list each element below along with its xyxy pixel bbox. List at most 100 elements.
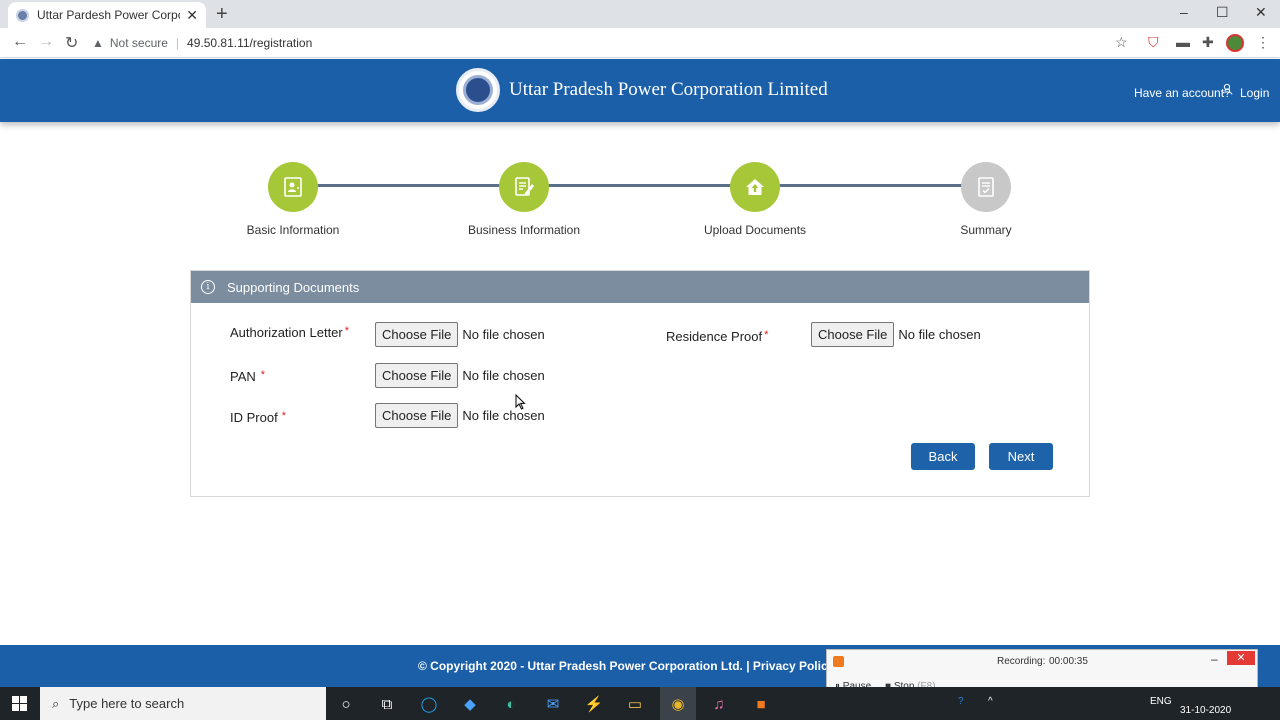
maximize-icon[interactable]: ☐ — [1216, 4, 1229, 21]
taskbar-search[interactable]: ⌕ Type here to search — [40, 687, 326, 720]
info-icon: i — [201, 280, 215, 294]
site-title: Uttar Pradesh Power Corporation Limited — [509, 79, 828, 100]
tab-close-icon[interactable]: ✕ — [186, 7, 198, 24]
address-bar[interactable]: ▲ Not secure | 49.50.81.11/registration — [92, 31, 1142, 55]
keyboard-extension-icon[interactable]: ▬ — [1176, 34, 1190, 50]
recorder-minimize-icon[interactable]: – — [1211, 652, 1218, 666]
pan-file-input[interactable]: Choose File No file chosen — [375, 363, 545, 388]
security-label: Not secure — [109, 36, 168, 50]
tray-chevron-icon[interactable]: ^ — [988, 696, 993, 707]
file-explorer-icon[interactable]: ▭ — [624, 693, 646, 715]
taskbar-date[interactable]: 31-10-2020 — [1180, 705, 1231, 716]
recording-time: 00:00:35 — [1049, 656, 1088, 667]
alexa-icon[interactable]: ◯ — [418, 693, 440, 715]
label-text: PAN — [230, 369, 256, 384]
label-text: Residence Proof — [666, 329, 763, 344]
step-business-information: Business Information — [424, 162, 624, 237]
required-mark: * — [764, 329, 769, 341]
minimize-icon[interactable]: – — [1180, 4, 1188, 20]
browser-tab-bar: Uttar Pardesh Power Corporation ✕ + – ☐ … — [0, 0, 1280, 28]
profile-avatar[interactable] — [1226, 34, 1244, 52]
user-icon[interactable] — [1221, 83, 1233, 98]
label-text: Authorization Letter — [230, 325, 343, 340]
choose-file-button[interactable]: Choose File — [811, 322, 895, 347]
id-proof-label: ID Proof * — [230, 410, 286, 425]
residence-proof-file-input[interactable]: Choose File No file chosen — [811, 322, 981, 347]
next-button[interactable]: Next — [989, 443, 1053, 470]
logo-emblem-icon — [463, 75, 493, 105]
step-upload-documents: Upload Documents — [655, 162, 855, 237]
panel-heading: i Supporting Documents — [191, 271, 1089, 303]
stepper-track — [293, 184, 987, 187]
task-view-icon[interactable]: ⧉ — [376, 693, 398, 715]
site-favicon-icon — [16, 8, 29, 22]
browser-toolbar: ← → ↻ ▲ Not secure | 49.50.81.11/registr… — [0, 28, 1280, 58]
forward-arrow-icon[interactable]: → — [38, 33, 54, 51]
authorization-letter-file-input[interactable]: Choose File No file chosen — [375, 322, 545, 347]
windows-start-icon[interactable] — [12, 696, 28, 712]
account-prompt: Have an account? — [1134, 86, 1231, 100]
choose-file-button[interactable]: Choose File — [375, 403, 459, 428]
site-header: Uttar Pradesh Power Corporation Limited … — [0, 59, 1280, 122]
recording-label: Recording: — [997, 656, 1046, 667]
required-mark: * — [344, 325, 350, 337]
back-arrow-icon[interactable]: ← — [12, 33, 28, 51]
help-icon[interactable]: ? — [958, 696, 964, 707]
search-placeholder: Type here to search — [69, 696, 185, 711]
footer-copyright: © Copyright 2020 - Uttar Pradesh Power C… — [418, 659, 870, 673]
tab-title: Uttar Pardesh Power Corporation — [37, 8, 180, 22]
recorder-taskbar-icon[interactable]: ■ — [750, 693, 772, 715]
search-icon: ⌕ — [52, 695, 60, 711]
supporting-documents-panel: i Supporting Documents Authorization Let… — [190, 270, 1090, 497]
login-link[interactable]: Login — [1240, 86, 1269, 100]
required-mark: * — [260, 369, 266, 381]
dropbox-icon[interactable]: ◆ — [459, 693, 481, 715]
user-card-icon — [268, 162, 318, 212]
choose-file-button[interactable]: Choose File — [375, 322, 459, 347]
step-label: Summary — [960, 223, 1012, 237]
uppcl-logo — [456, 68, 500, 112]
bookmark-star-icon[interactable]: ☆ — [1115, 34, 1128, 51]
file-status: No file chosen — [462, 408, 545, 423]
windows-taskbar: ⌕ Type here to search ○ ⧉ ◯ ◆ ◐ ✉ ⚡ ▭ ◉ … — [0, 687, 1280, 720]
edit-document-icon — [499, 162, 549, 212]
puzzle-extension-icon[interactable]: ✚ — [1202, 34, 1214, 51]
upload-home-icon — [730, 162, 780, 212]
recorder-close-icon[interactable]: ✕ — [1227, 651, 1255, 665]
mail-icon[interactable]: ✉ — [542, 693, 564, 715]
panel-title: Supporting Documents — [227, 279, 360, 295]
file-status: No file chosen — [898, 327, 981, 342]
authorization-letter-label: Authorization Letter * — [230, 325, 349, 340]
window-close-icon[interactable]: ✕ — [1255, 4, 1267, 21]
language-indicator[interactable]: ENG — [1150, 696, 1172, 707]
residence-proof-label: Residence Proof * — [666, 329, 768, 344]
step-summary: Summary — [886, 162, 1086, 237]
new-tab-button[interactable]: + — [216, 3, 228, 26]
summary-doc-icon — [961, 162, 1011, 212]
step-label: Upload Documents — [703, 223, 807, 237]
shield-extension-icon[interactable]: ⛉ — [1148, 34, 1159, 51]
edge-icon[interactable]: ◐ — [500, 693, 522, 715]
url-text: 49.50.81.11/registration — [187, 36, 313, 50]
recorder-app-icon — [833, 656, 844, 667]
choose-file-button[interactable]: Choose File — [375, 363, 459, 388]
bolt-app-icon[interactable]: ⚡ — [583, 693, 605, 715]
label-text: ID Proof — [230, 410, 278, 425]
back-button[interactable]: Back — [911, 443, 975, 470]
step-basic-information: Basic Information — [193, 162, 393, 237]
required-mark: * — [281, 410, 286, 422]
reload-icon[interactable]: ↻ — [65, 33, 78, 53]
step-label: Business Information — [467, 223, 581, 237]
menu-dots-icon[interactable]: ⋮ — [1256, 34, 1270, 51]
mouse-cursor-icon — [515, 394, 526, 410]
pan-label: PAN * — [230, 369, 265, 384]
file-status: No file chosen — [462, 327, 545, 342]
step-label: Basic Information — [246, 223, 340, 237]
chrome-icon[interactable]: ◉ — [667, 693, 689, 715]
divider: | — [175, 36, 180, 50]
file-status: No file chosen — [462, 368, 545, 383]
cortana-icon[interactable]: ○ — [335, 693, 357, 715]
browser-tab[interactable]: Uttar Pardesh Power Corporation ✕ — [8, 2, 206, 28]
warning-icon: ▲ — [92, 36, 104, 50]
itunes-icon[interactable]: ♫ — [708, 693, 730, 715]
